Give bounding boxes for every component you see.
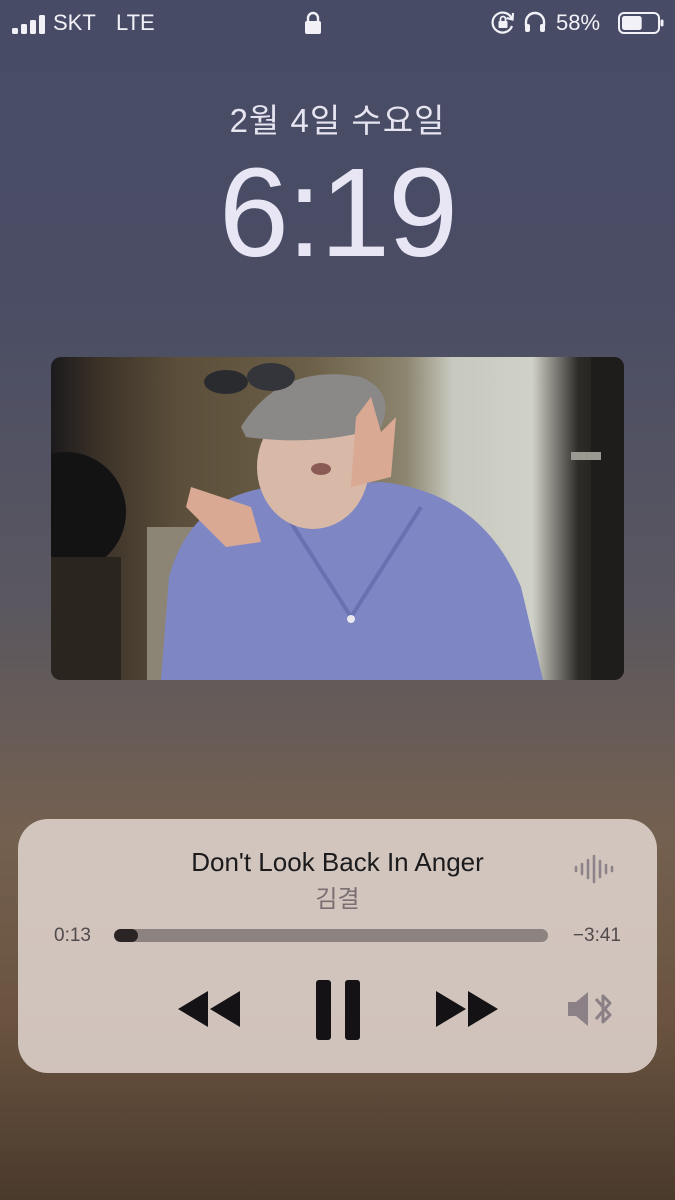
speaker-bluetooth-icon[interactable] <box>566 987 620 1031</box>
elapsed-time: 0:13 <box>54 925 91 946</box>
playback-progress <box>114 929 138 942</box>
pause-icon[interactable] <box>314 979 362 1041</box>
carrier-label: SKT <box>53 10 96 35</box>
waveform-icon[interactable] <box>573 853 615 885</box>
playback-scrubber[interactable] <box>114 929 548 942</box>
rewind-icon[interactable] <box>176 989 242 1029</box>
artist-name[interactable]: 김결 <box>18 879 657 914</box>
status-bar: SKT LTE 58% <box>0 0 675 46</box>
remaining-time: −3:41 <box>572 925 621 946</box>
network-label: LTE <box>116 10 155 35</box>
photo-widget[interactable] <box>51 357 624 680</box>
battery-percent: 58% <box>556 10 601 35</box>
lock-icon <box>305 11 321 34</box>
fast-forward-icon[interactable] <box>434 989 500 1029</box>
signal-icon <box>12 14 46 34</box>
headphones-icon <box>524 11 546 32</box>
photo-image <box>51 357 624 680</box>
rotation-lock-icon <box>491 11 515 34</box>
song-title[interactable]: Don't Look Back In Anger <box>18 847 657 878</box>
battery-icon <box>618 12 664 34</box>
now-playing-widget: Don't Look Back In Anger 김결 0:13 −3:41 <box>18 819 657 1073</box>
lock-screen-time: 6:19 <box>218 142 458 283</box>
lock-screen-date: 2월 4일 수요일 <box>229 102 446 139</box>
